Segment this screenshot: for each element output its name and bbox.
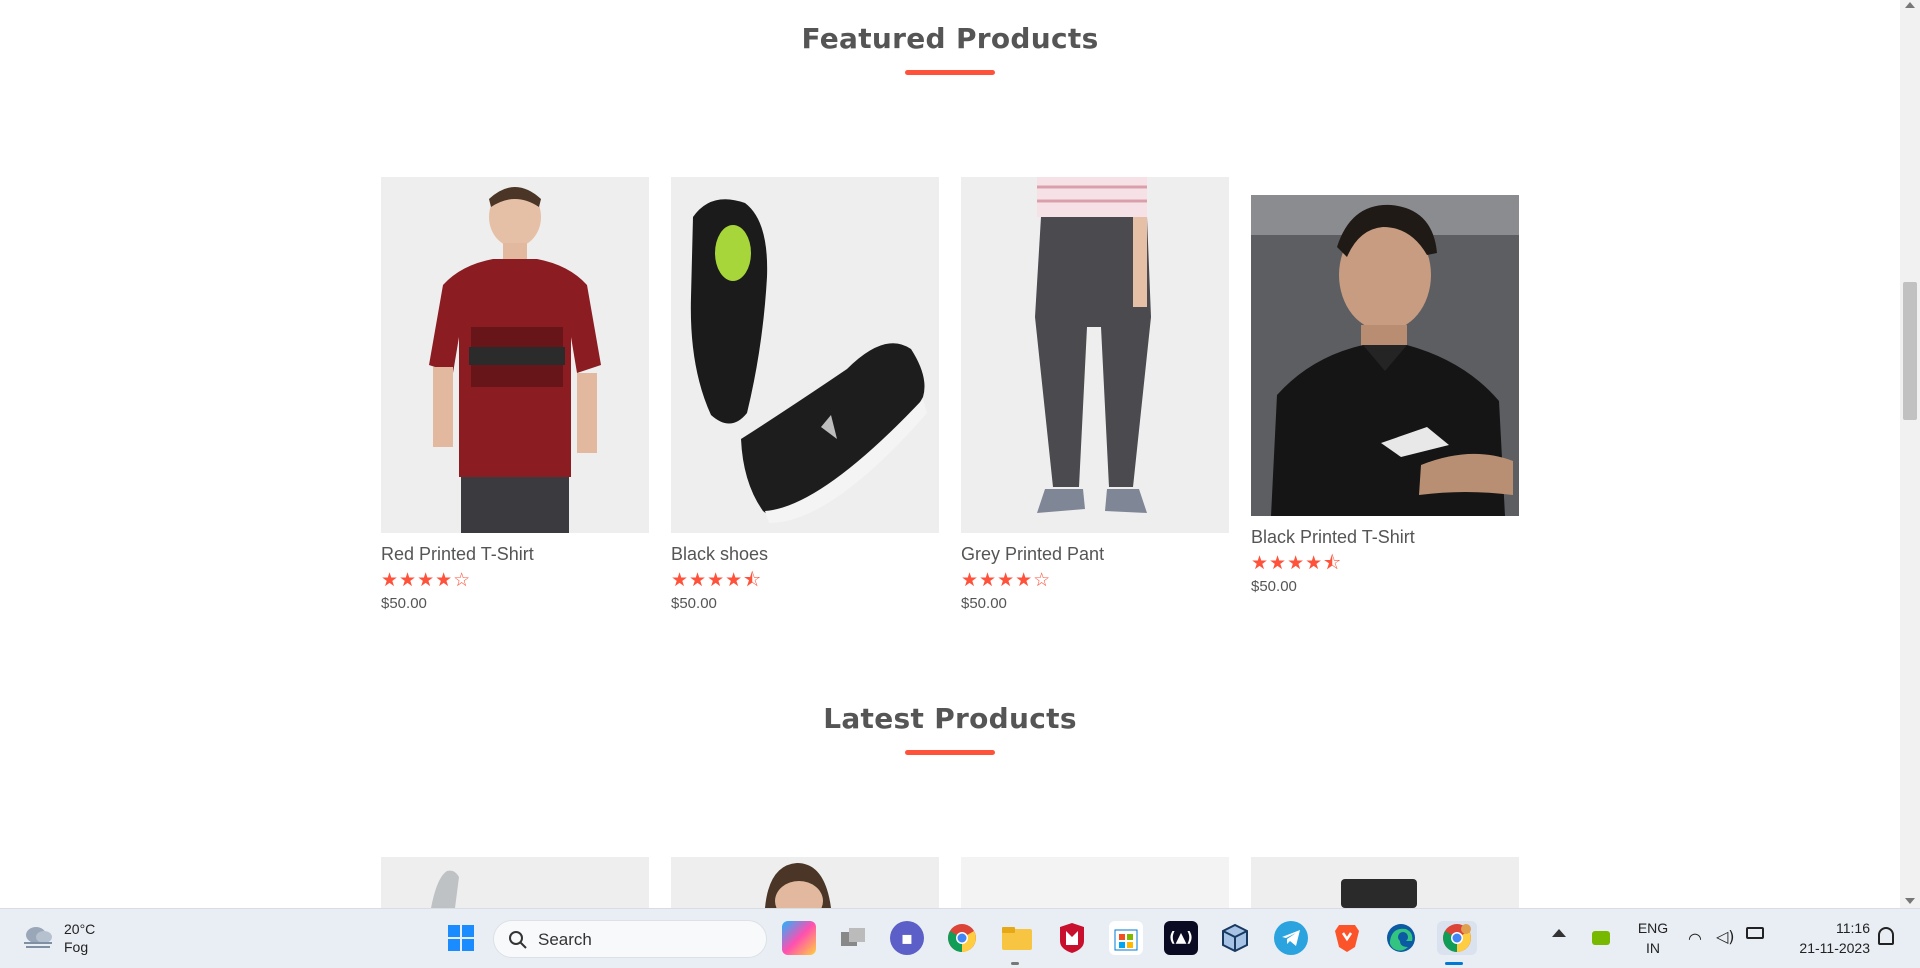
weather-description: Fog [64, 939, 89, 955]
product-image[interactable] [381, 177, 649, 533]
page-scrollbar[interactable] [1900, 0, 1920, 908]
product-card[interactable] [671, 857, 939, 908]
rating-stars: ★★★★☆ [381, 569, 472, 591]
product-image[interactable] [671, 857, 939, 908]
product-image[interactable] [671, 177, 939, 533]
show-hidden-icons-chevron-icon[interactable] [1552, 929, 1566, 937]
telegram-icon[interactable] [1274, 921, 1308, 955]
code-icon[interactable]: (▲) [1164, 921, 1198, 955]
rating-stars: ★★★★☆ [961, 569, 1052, 591]
product-image[interactable] [381, 857, 649, 908]
taskbar-search-input[interactable]: Search [493, 920, 767, 958]
scroll-up-arrow-icon[interactable] [1905, 2, 1915, 8]
product-card[interactable]: Black shoes ★★★★⯪ $50.00 [671, 177, 939, 612]
product-image[interactable] [1251, 195, 1519, 516]
product-image[interactable] [961, 857, 1229, 908]
scrollbar-thumb[interactable] [1903, 282, 1917, 420]
language-indicator-top[interactable]: ENG [1633, 920, 1673, 936]
product-card[interactable] [961, 857, 1229, 908]
task-view-icon[interactable] [836, 921, 870, 955]
windows-start-icon[interactable] [444, 921, 478, 955]
ms-store-icon[interactable] [1109, 921, 1143, 955]
featured-products-title: Featured Products [801, 22, 1099, 55]
search-placeholder: Search [538, 930, 592, 949]
product-price: $50.00 [671, 595, 717, 612]
running-app-indicator [1011, 962, 1019, 965]
product-image[interactable] [1251, 857, 1519, 908]
latest-title-underline [905, 750, 995, 755]
copilot-icon[interactable] [782, 921, 816, 955]
rating-stars: ★★★★⯪ [1251, 552, 1343, 574]
product-card[interactable] [381, 857, 649, 908]
product-name[interactable]: Black Printed T-Shirt [1251, 526, 1519, 548]
product-name[interactable]: Red Printed T-Shirt [381, 543, 649, 565]
nvidia-icon[interactable] [1592, 931, 1610, 945]
product-card[interactable]: Grey Printed Pant ★★★★☆ $50.00 [961, 177, 1229, 612]
brave-icon[interactable] [1330, 921, 1364, 955]
battery-icon[interactable] [1746, 927, 1764, 939]
featured-title-underline [905, 70, 995, 75]
weather-temperature: 20°C [64, 921, 96, 937]
notification-bell-icon[interactable] [1878, 927, 1894, 945]
chrome-profile-icon[interactable] [1437, 921, 1477, 955]
scroll-down-arrow-icon[interactable] [1905, 898, 1915, 904]
virtualbox-icon[interactable] [1218, 921, 1252, 955]
volume-icon[interactable]: ◁) [1716, 927, 1735, 946]
search-icon [509, 931, 527, 949]
product-card[interactable]: Red Printed T-Shirt ★★★★☆ $50.00 [381, 177, 649, 612]
product-card[interactable]: Black Printed T-Shirt ★★★★⯪ $50.00 [1251, 195, 1519, 595]
language-indicator-bottom[interactable]: IN [1633, 940, 1673, 956]
edge-icon[interactable] [1384, 921, 1418, 955]
active-app-indicator [1445, 962, 1463, 965]
clock-date[interactable]: 21-11-2023 [1780, 940, 1870, 956]
wifi-icon[interactable]: ◠ [1688, 929, 1702, 948]
product-price: $50.00 [1251, 578, 1297, 595]
product-image[interactable] [961, 177, 1229, 533]
latest-products-title: Latest Products [823, 702, 1077, 735]
product-price: $50.00 [961, 595, 1007, 612]
product-card[interactable] [1251, 857, 1519, 908]
weather-widget[interactable]: 20°C Fog [20, 919, 140, 959]
mcafee-icon[interactable] [1055, 921, 1089, 955]
fog-weather-icon [24, 927, 52, 948]
chrome-icon[interactable] [945, 921, 979, 955]
windows-taskbar: 20°C Fog Search ▪ (▲) ENG IN ◠ ◁) 11:16 … [0, 908, 1920, 968]
page-viewport: Featured Products Red Printed T-Shirt ★★… [0, 0, 1900, 908]
product-name[interactable]: Black shoes [671, 543, 939, 565]
teams-icon[interactable]: ▪ [890, 921, 924, 955]
file-explorer-icon[interactable] [1000, 921, 1034, 955]
clock-time[interactable]: 11:16 [1780, 920, 1870, 936]
product-price: $50.00 [381, 595, 427, 612]
rating-stars: ★★★★⯪ [671, 569, 763, 591]
product-name[interactable]: Grey Printed Pant [961, 543, 1229, 565]
